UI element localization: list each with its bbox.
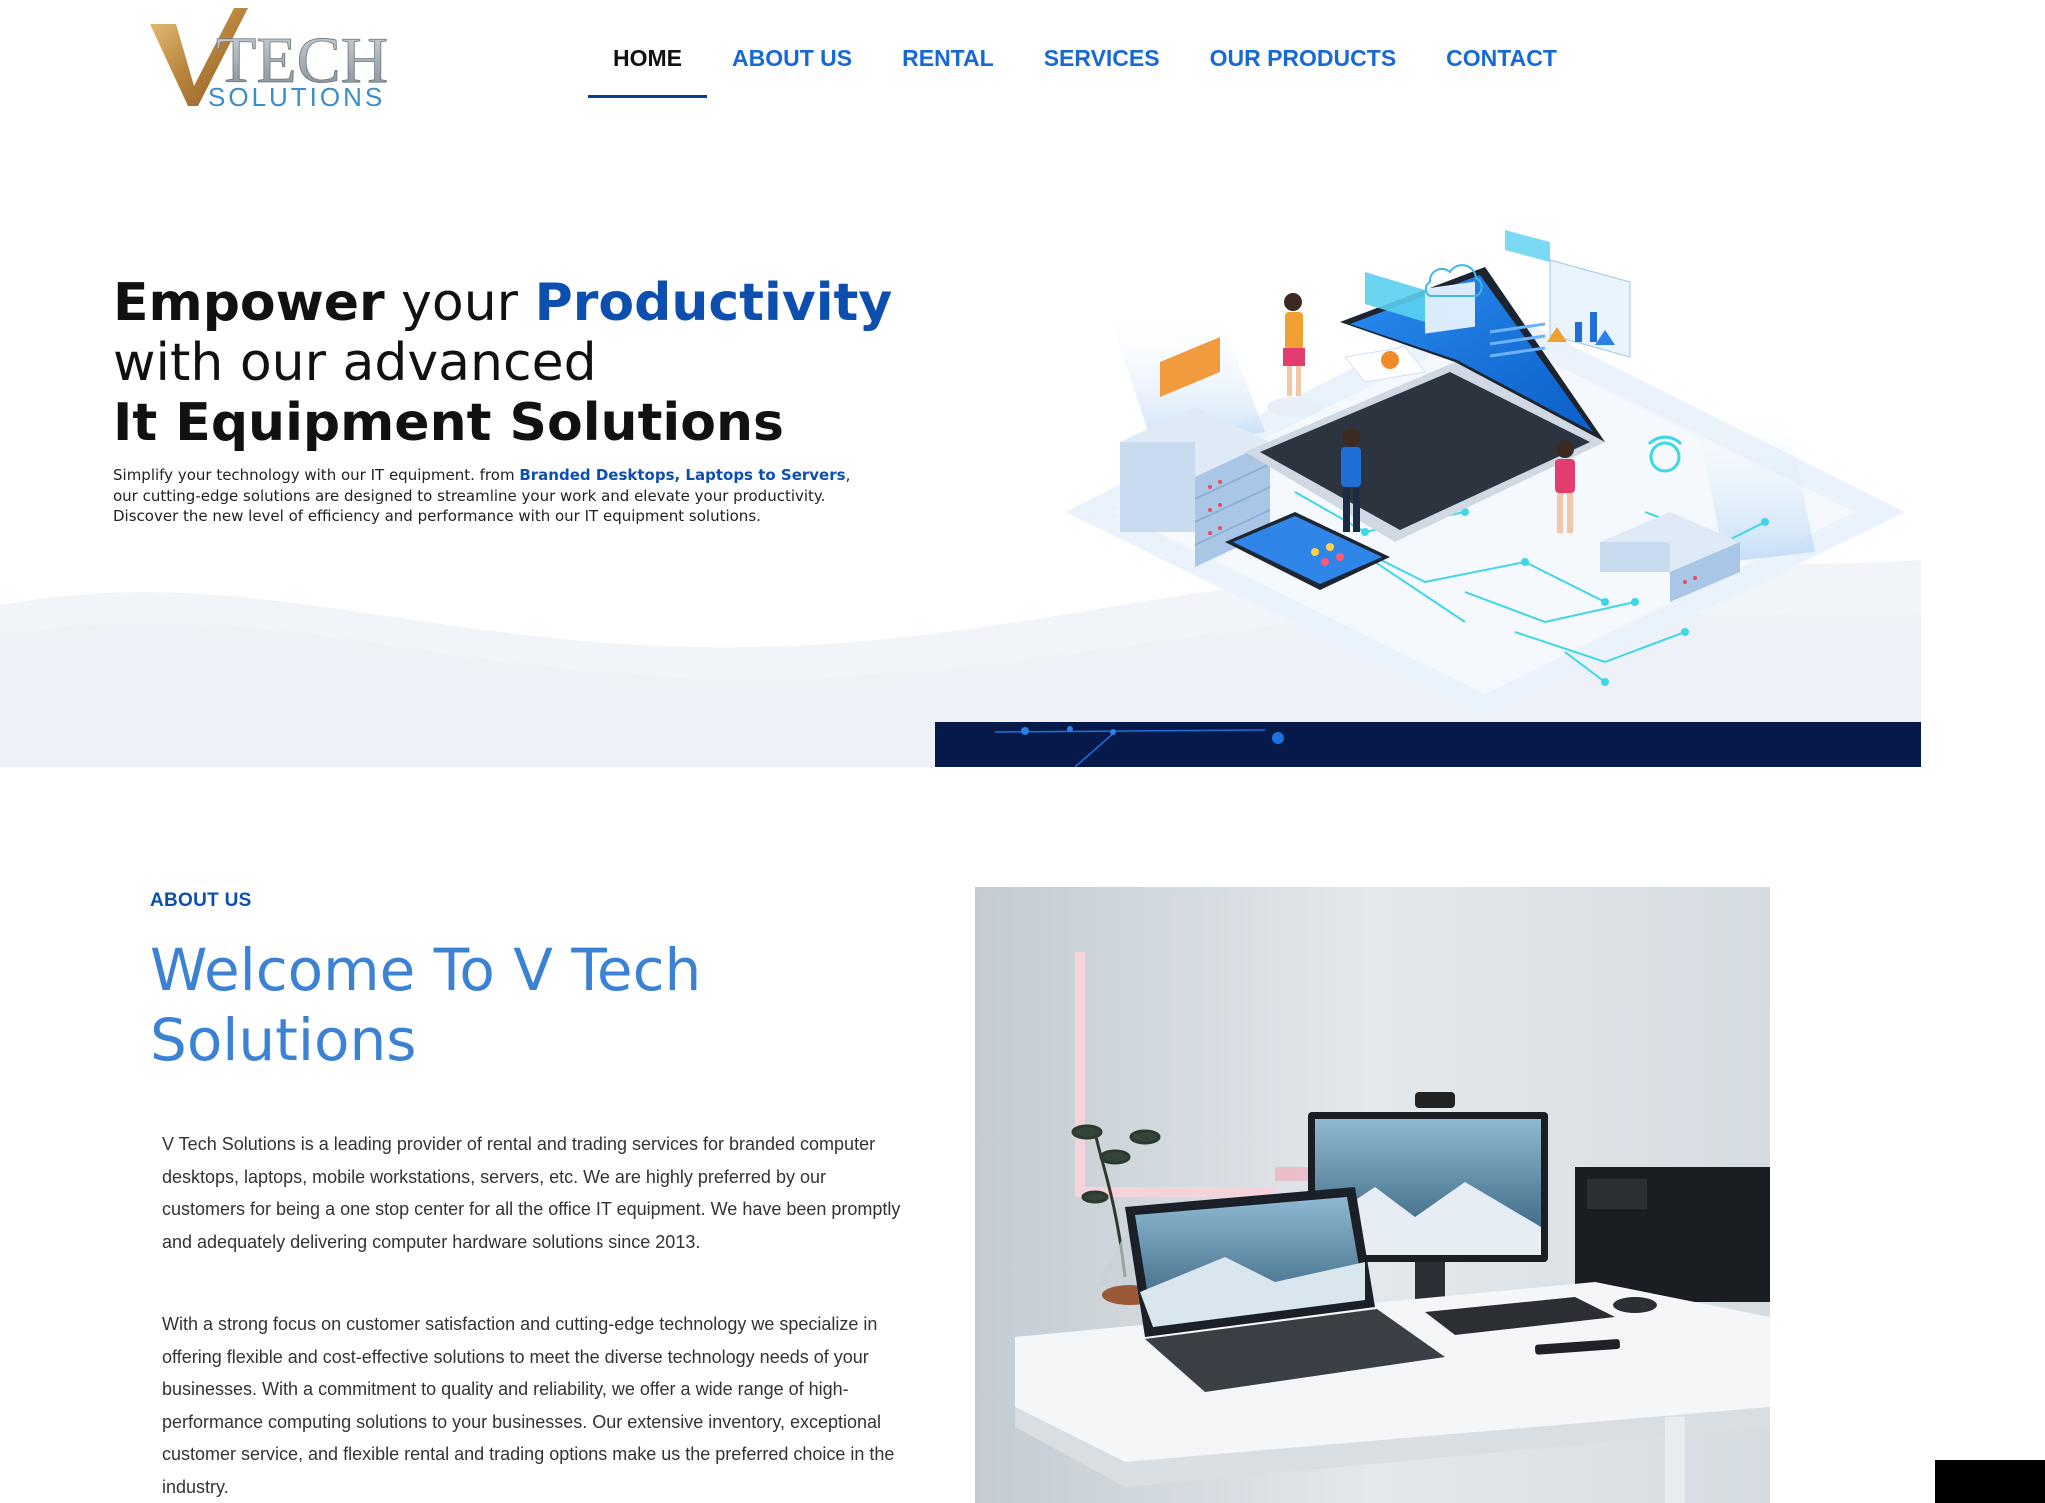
v-tech-logo-icon: TECH SOLUTIONS <box>150 8 389 112</box>
hero-title-line2: with our advanced <box>113 333 597 393</box>
corner-overlay-block <box>1935 1460 2045 1503</box>
about-paragraph-2: With a strong focus on customer satisfac… <box>162 1314 895 1497</box>
main-nav: HOME ABOUT US RENTAL SERVICES OUR PRODUC… <box>588 40 1582 100</box>
hero-desc-pre: Simplify your technology with our IT equ… <box>113 466 520 484</box>
nav-contact[interactable]: CONTACT <box>1421 40 1582 100</box>
about-desk-photo <box>975 887 1770 1503</box>
about-title: Welcome To V Tech Solutions <box>150 936 702 1074</box>
desk-workstation-icon <box>975 887 1770 1503</box>
hero-title-productivity: Productivity <box>534 273 893 333</box>
hero-desc-highlight: Branded Desktops, Laptops to Servers <box>519 466 846 484</box>
hero-illustration <box>1045 212 1921 732</box>
hero-heading: Empower your Productivity with our advan… <box>113 273 1013 453</box>
hero-title-empower: Empower <box>113 273 385 333</box>
svg-text:SOLUTIONS: SOLUTIONS <box>208 82 385 112</box>
nav-rental[interactable]: RENTAL <box>877 40 1019 100</box>
hero-description: Simplify your technology with our IT equ… <box>113 465 873 527</box>
nav-about-us[interactable]: ABOUT US <box>707 40 877 100</box>
nav-our-products[interactable]: OUR PRODUCTS <box>1185 40 1422 100</box>
hero-title-your: your <box>401 273 519 333</box>
hero-title-line3: It Equipment Solutions <box>113 393 784 453</box>
isometric-it-equipment-icon <box>1065 230 1905 717</box>
hero-desc-line2: Discover the new level of efficiency and… <box>113 507 761 525</box>
nav-services[interactable]: SERVICES <box>1019 40 1185 100</box>
about-kicker: ABOUT US <box>150 890 252 911</box>
brand-logo[interactable]: TECH SOLUTIONS <box>148 4 428 112</box>
about-paragraph-1: V Tech Solutions is a leading provider o… <box>162 1134 901 1252</box>
nav-home[interactable]: HOME <box>588 40 707 100</box>
